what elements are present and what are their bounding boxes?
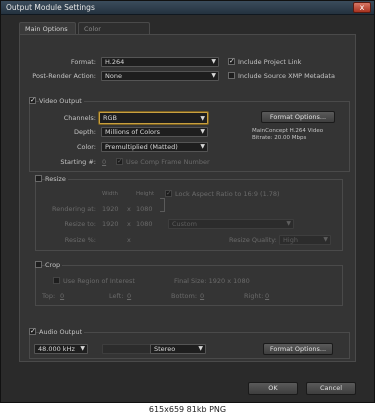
use-region-of-interest-checkbox[interactable] [53,277,60,284]
starting-number-label: Starting #: [60,158,96,166]
crop-top-label: Top: [42,292,56,300]
resize-to-label: Resize to: [64,220,96,228]
aspect-link-bracket-icon [160,198,165,212]
chevron-down-icon: ▼ [200,115,205,122]
crop-top-value[interactable]: 0 [60,292,64,300]
chevron-down-icon: ▼ [323,236,328,243]
crop-right-value[interactable]: 0 [265,292,269,300]
lock-aspect-label: Lock Aspect Ratio to 16:9 (1.78) [175,190,280,198]
post-render-dropdown[interactable]: None ▼ [101,71,219,81]
codec-info-line-2: Bitrate: 20.00 Mbps [252,135,307,141]
chevron-down-icon: ▼ [198,345,203,352]
resize-quality-label: Resize Quality: [229,236,277,244]
crop-right-label: Right: [244,292,264,300]
crop-header: Crop [45,261,63,269]
resize-preset-value: Custom [172,220,197,228]
depth-label: Depth: [74,128,96,136]
resize-preset-dropdown[interactable]: Custom ▼ [168,219,294,229]
use-region-of-interest-label: Use Region of Interest [63,277,135,285]
chevron-down-icon: ▼ [200,143,205,150]
video-format-options-button[interactable]: Format Options... [261,111,335,123]
resize-header: Resize [45,175,68,183]
rendering-width: 1920 [102,205,119,213]
crop-left-value[interactable]: 0 [127,292,131,300]
include-source-xmp-label: Include Source XMP Metadata [238,72,335,80]
format-value: H.264 [105,58,125,66]
crop-checkbox[interactable] [35,261,42,268]
crop-bottom-value[interactable]: 0 [200,292,204,300]
post-render-value: None [105,72,122,80]
channels-value: RGB [103,114,118,122]
audio-sample-rate-dropdown[interactable]: 48.000 kHz ▼ [34,344,88,354]
audio-channels-dropdown[interactable]: Stereo ▼ [150,344,206,354]
resize-quality-dropdown[interactable]: High ▼ [279,235,331,245]
include-source-xmp-checkbox[interactable] [228,72,235,79]
chevron-down-icon: ▼ [80,345,85,352]
crop-left-label: Left: [109,292,124,300]
chevron-down-icon: ▼ [211,58,216,65]
audio-output-header: Audio Output [39,328,85,336]
resize-percent-label: Resize %: [64,236,96,244]
audio-channels-value: Stereo [154,345,176,353]
output-module-settings-dialog: Output Module Settings x Main Options Co… [0,0,375,403]
chevron-down-icon: ▼ [286,220,291,227]
rendering-x: x [127,205,131,213]
color-dropdown[interactable]: Premultiplied (Matted) ▼ [101,142,208,152]
title-bar: Output Module Settings x [1,1,374,15]
audio-output-checkbox[interactable]: ✓ [29,328,36,335]
resize-to-height[interactable]: 1080 [136,220,153,228]
cancel-button[interactable]: Cancel [306,382,356,395]
include-project-link-label: Include Project Link [238,58,302,66]
resize-to-x: x [127,220,131,228]
crop-bottom-label: Bottom: [171,292,198,300]
chevron-down-icon: ▼ [211,72,216,79]
lock-aspect-checkbox[interactable]: ✓ [165,190,172,197]
format-label: Format: [70,58,96,66]
main-options-panel: Format: H.264 ▼ ✓ Include Project Link Po… [19,34,356,362]
ok-button[interactable]: OK [248,382,298,395]
depth-dropdown[interactable]: Millions of Colors ▼ [101,127,208,137]
color-value: Premultiplied (Matted) [105,143,178,151]
rendering-at-label: Rendering at: [52,205,96,213]
resize-checkbox[interactable] [35,175,42,182]
audio-format-options-button[interactable]: Format Options... [263,343,333,355]
window-title: Output Module Settings [6,3,95,12]
width-column-label: Width [102,191,118,197]
use-comp-frame-label: Use Comp Frame Number [126,158,210,166]
height-column-label: Height [136,191,155,197]
include-project-link-checkbox[interactable]: ✓ [228,58,235,65]
codec-info-line-1: MainConcept H.264 Video [252,128,324,134]
depth-value: Millions of Colors [105,128,161,136]
post-render-label: Post-Render Action: [32,72,96,80]
rendering-height: 1080 [136,205,153,213]
audio-sample-rate-value: 48.000 kHz [38,345,75,353]
color-label: Color: [76,143,96,151]
resize-quality-value: High [283,236,298,244]
image-caption: 615x659 81kb PNG [0,403,375,417]
format-dropdown[interactable]: H.264 ▼ [101,57,219,67]
chevron-down-icon: ▼ [200,128,205,135]
close-button[interactable]: x [353,2,371,13]
crop-final-size: Final Size: 1920 x 1080 [174,277,250,285]
starting-number-value[interactable]: 0 [102,158,106,166]
channels-dropdown[interactable]: RGB ▼ [99,112,208,124]
video-output-header: Video Output [39,97,84,105]
use-comp-frame-checkbox[interactable]: ✓ [116,158,123,165]
resize-percent-x: x [127,236,131,244]
channels-label: Channels: [63,114,96,122]
resize-to-width[interactable]: 1920 [102,220,119,228]
video-output-checkbox[interactable]: ✓ [29,97,36,104]
